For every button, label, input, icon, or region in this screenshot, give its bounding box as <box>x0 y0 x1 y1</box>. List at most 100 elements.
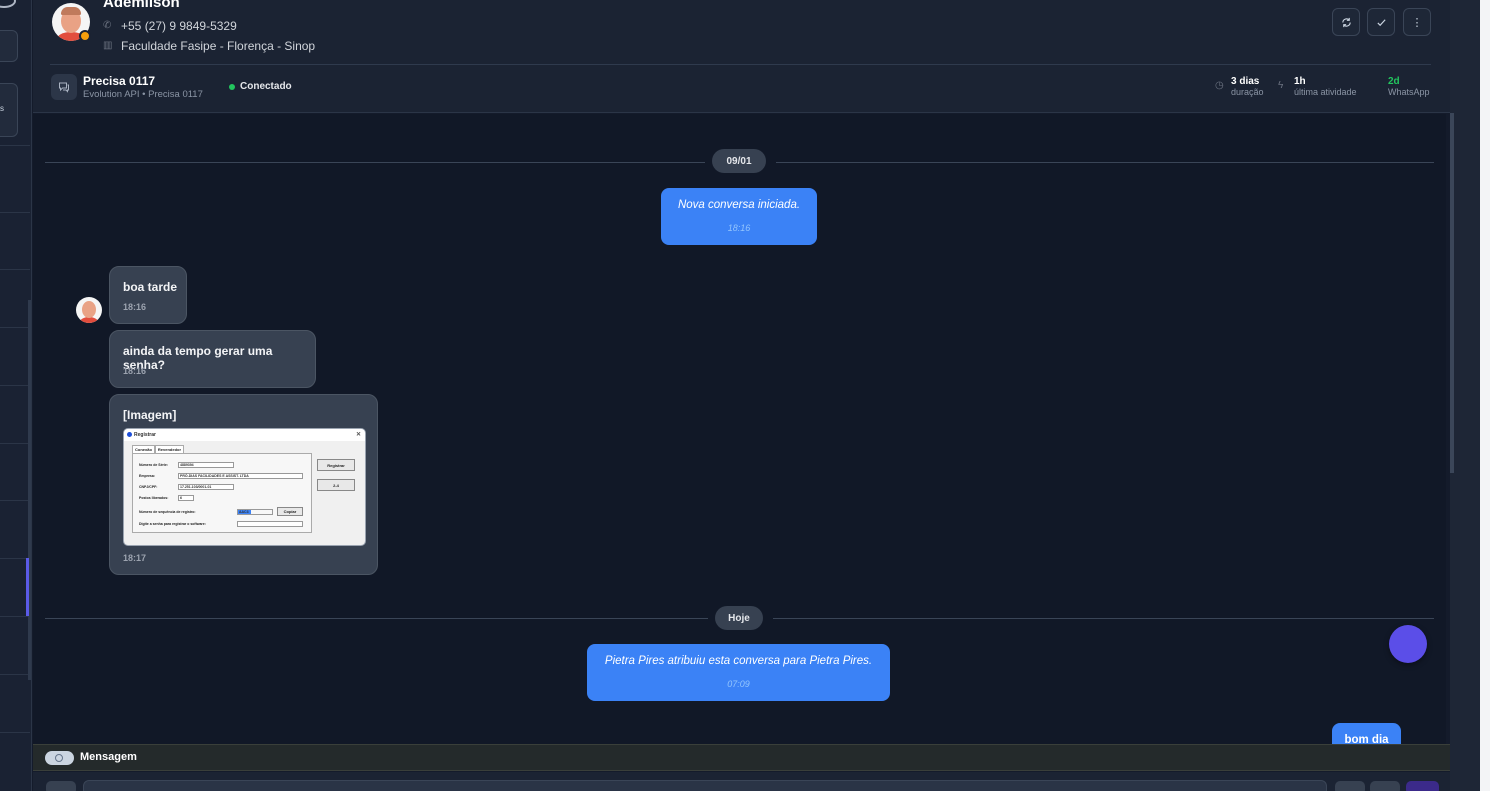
contact-phone-row: ✆ +55 (27) 9 9849-5329 <box>103 19 237 33</box>
activity-icon: ϟ <box>1278 80 1284 91</box>
date-separator: 09/01 <box>712 149 766 173</box>
emoji-button[interactable] <box>1335 781 1365 791</box>
conversation-list-strip: s <box>0 0 32 791</box>
composer <box>33 772 1450 791</box>
field-value: 6 <box>178 495 194 501</box>
list-item[interactable] <box>0 385 30 386</box>
message-text: [Imagem] <box>123 408 177 422</box>
status-indicator <box>229 83 235 90</box>
contact-phone: +55 (27) 9 9849-5329 <box>121 19 237 33</box>
close-icon: ✕ <box>355 432 361 438</box>
chat-scrollbar[interactable] <box>1450 113 1454 473</box>
message-text: bom dia <box>1344 734 1389 744</box>
message-time: 18:16 <box>123 366 147 376</box>
outgoing-message[interactable]: bom dia <box>1332 723 1401 744</box>
attachment-window-titlebar: Registrar ✕ <box>124 429 365 441</box>
date-divider-line <box>45 162 705 163</box>
contact-organization: Faculdade Fasipe - Florença - Sinop <box>121 39 316 53</box>
inbox-name: Precisa 0117 <box>83 74 156 88</box>
contact-org-row: ▥ Faculdade Fasipe - Florença - Sinop <box>103 39 315 53</box>
app-logo-icon <box>127 432 132 437</box>
scroll-to-bottom-button[interactable] <box>1389 625 1427 663</box>
incoming-image-message[interactable]: [Imagem] Registrar ✕ Conexão Revendedor … <box>109 394 378 575</box>
conversation-header: Ademilson ✆ +55 (27) 9 9849-5329 ▥ Facul… <box>33 0 1450 113</box>
message-time: 18:16 <box>727 223 751 233</box>
sidebar-button[interactable] <box>0 30 18 62</box>
incoming-message[interactable]: boa tarde 18:16 <box>109 266 187 324</box>
register-button: Registrar <box>317 459 355 471</box>
field-value: 4889394 <box>178 462 234 468</box>
incoming-message[interactable]: ainda da tempo gerar uma senha? 18:16 <box>109 330 316 388</box>
attachment-window-title: Registrar <box>134 432 156 438</box>
stat-label: duração <box>1231 87 1264 97</box>
connection-status-label: Conectado <box>240 81 292 92</box>
field-value: AAC3 <box>237 509 273 515</box>
list-item[interactable] <box>0 212 30 213</box>
inbox-details: Evolution API • Precisa 0117 <box>83 89 203 100</box>
message-text: ainda da tempo gerar uma senha? <box>123 344 273 372</box>
refresh-icon <box>1341 17 1351 27</box>
attachment-tabs: Conexão Revendedor <box>132 445 185 453</box>
clock-icon: ◷ <box>1215 80 1224 91</box>
field-label: Postos liberados: <box>139 496 169 500</box>
resolve-button[interactable] <box>1367 8 1395 36</box>
attachment-form: Número de Série: 4889394 Empresa: PRÓ-DI… <box>132 453 312 533</box>
message-time: 18:17 <box>123 553 147 563</box>
message-text: boa tarde <box>123 280 178 294</box>
inbox-provider: Evolution API <box>83 89 140 100</box>
sidebar-button[interactable]: s <box>0 83 18 137</box>
message-time: 18:16 <box>123 302 147 312</box>
circle-icon[interactable] <box>0 0 16 8</box>
system-message: Pietra Pires atribuiu esta conversa para… <box>587 644 890 701</box>
field-label: Empresa: <box>139 474 155 478</box>
list-item[interactable] <box>0 616 30 617</box>
list-item[interactable] <box>0 732 30 733</box>
list-item[interactable] <box>0 327 30 328</box>
date-divider-line <box>45 618 708 619</box>
refresh-button[interactable] <box>1332 8 1360 36</box>
stat-channel: 2d WhatsApp <box>1388 76 1430 98</box>
private-note-toggle[interactable] <box>45 751 74 765</box>
list-item[interactable] <box>0 674 30 675</box>
inbox-icon <box>51 74 77 100</box>
field-value: 17.251.103/0001-01 <box>178 484 234 490</box>
phone-icon: ✆ <box>103 20 112 31</box>
list-item[interactable] <box>0 443 30 444</box>
message-text: Pietra Pires atribuiu esta conversa para… <box>604 655 873 667</box>
right-panel-edge <box>1450 0 1490 791</box>
date-divider-line <box>776 162 1434 163</box>
field-label: Digite a senha para registrar o software… <box>139 522 206 526</box>
stat-value: 3 dias <box>1231 76 1260 87</box>
connection-status: Conectado <box>229 81 292 92</box>
attach-button[interactable] <box>46 781 76 791</box>
window-edge <box>1480 0 1490 791</box>
more-vertical-icon: ⋮ <box>1411 16 1423 29</box>
list-item[interactable] <box>0 145 30 146</box>
message-time: 07:09 <box>727 679 750 689</box>
active-indicator <box>26 558 29 616</box>
more-options-button[interactable]: ⋮ <box>1403 8 1431 36</box>
building-icon: ▥ <box>103 40 113 51</box>
attachment-tab: Revendedor <box>154 445 185 453</box>
status-dot <box>79 30 91 42</box>
list-item[interactable] <box>0 269 30 270</box>
scrollbar[interactable] <box>28 300 31 680</box>
contact-name[interactable]: Ademilson <box>103 0 180 11</box>
field-label: Número de Série: <box>139 463 168 467</box>
sender-avatar[interactable] <box>76 297 102 323</box>
send-button[interactable] <box>1406 781 1439 791</box>
message-list[interactable]: 09/01 Nova conversa iniciada. 18:16 boa … <box>33 114 1446 744</box>
message-input[interactable] <box>83 780 1327 791</box>
date-divider-line <box>773 618 1434 619</box>
image-attachment[interactable]: Registrar ✕ Conexão Revendedor Número de… <box>123 428 366 546</box>
stat-value: 2d <box>1388 76 1400 87</box>
message-text: Nova conversa iniciada. <box>677 199 801 211</box>
audio-button[interactable] <box>1370 781 1400 791</box>
eye-icon <box>55 754 63 762</box>
date-separator: Hoje <box>715 606 763 630</box>
secondary-button: 2-4 <box>317 479 355 491</box>
stat-label: WhatsApp <box>1388 87 1430 97</box>
list-item[interactable] <box>0 500 30 501</box>
attachment-tab: Conexão <box>132 445 155 453</box>
field-value: PRÓ-DIAS FACILIDADES E ASSIST. LTDA <box>178 473 303 479</box>
